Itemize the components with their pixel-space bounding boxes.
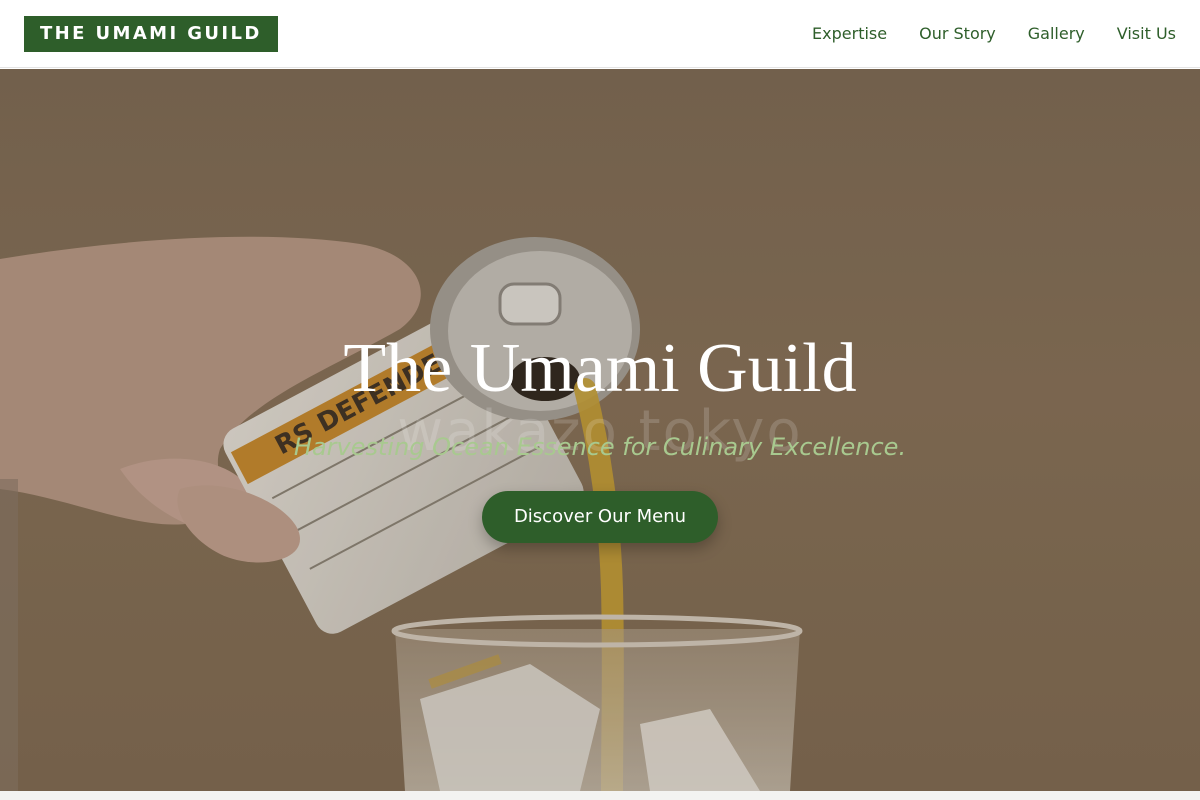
discover-menu-button[interactable]: Discover Our Menu [481, 491, 719, 543]
nav-link-our-story[interactable]: Our Story [919, 24, 996, 43]
hero-tagline: Harvesting Ocean Essence for Culinary Ex… [293, 433, 907, 461]
main-nav: Expertise Our Story Gallery Visit Us [812, 24, 1176, 43]
page-bottom-strip [0, 791, 1200, 800]
nav-link-expertise[interactable]: Expertise [812, 24, 887, 43]
site-header: THE UMAMI GUILD Expertise Our Story Gall… [0, 0, 1200, 68]
hero-title: The Umami Guild [343, 330, 857, 407]
nav-link-gallery[interactable]: Gallery [1028, 24, 1085, 43]
brand-logo[interactable]: THE UMAMI GUILD [24, 15, 278, 52]
hero-content: The Umami Guild Harvesting Ocean Essence… [0, 331, 1200, 543]
hero-section: RS DEFENDER wakazo tokyo The Umami Guild… [0, 69, 1200, 791]
nav-link-visit-us[interactable]: Visit Us [1117, 24, 1176, 43]
